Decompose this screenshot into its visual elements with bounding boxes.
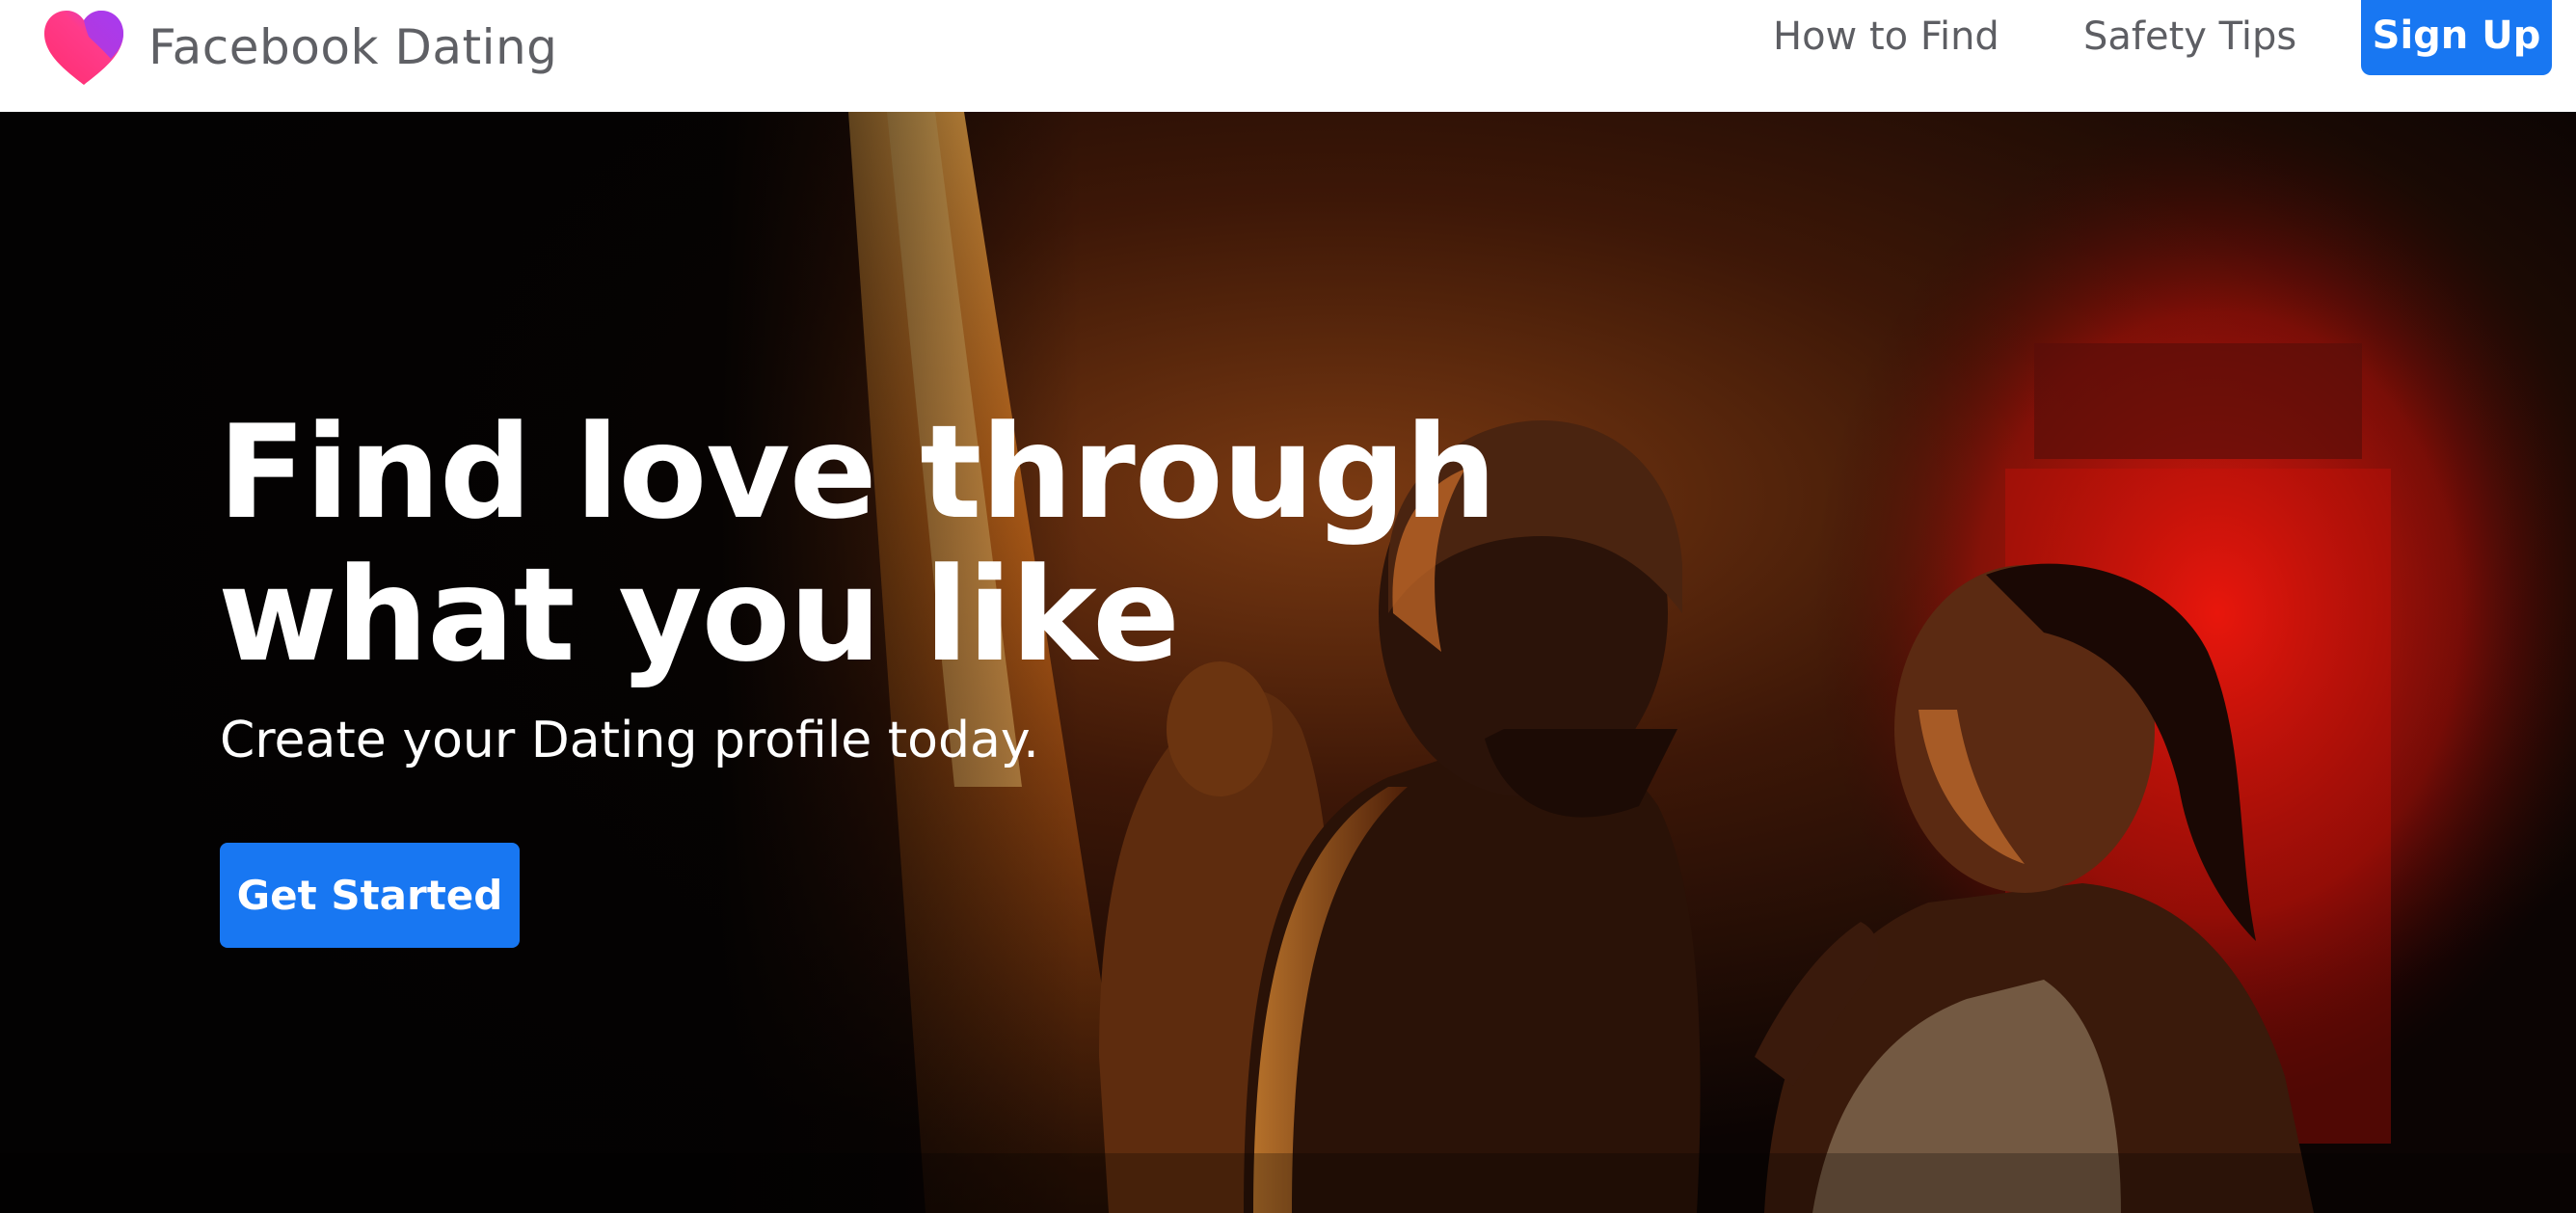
get-started-button[interactable]: Get Started [220,843,520,948]
hero-subheadline: Create your Dating profile today. [220,712,1039,769]
brand-name: Facebook Dating [148,19,558,75]
top-navbar: Facebook Dating How to Find Safety Tips … [0,0,2576,112]
hero-headline: Find love through what you like [218,397,1497,690]
hero-section: Find love through what you like Create y… [0,112,2576,1213]
nav-link-how-to-find[interactable]: How to Find [1773,13,1999,60]
brand[interactable]: Facebook Dating [40,8,557,87]
hero-headline-line-1: Find love through [218,397,1497,548]
sign-up-button[interactable]: Sign Up [2361,0,2552,75]
hero-headline-line-2: what you like [218,540,1180,690]
nav-link-safety-tips[interactable]: Safety Tips [2083,13,2296,60]
heart-logo-icon [44,11,123,85]
